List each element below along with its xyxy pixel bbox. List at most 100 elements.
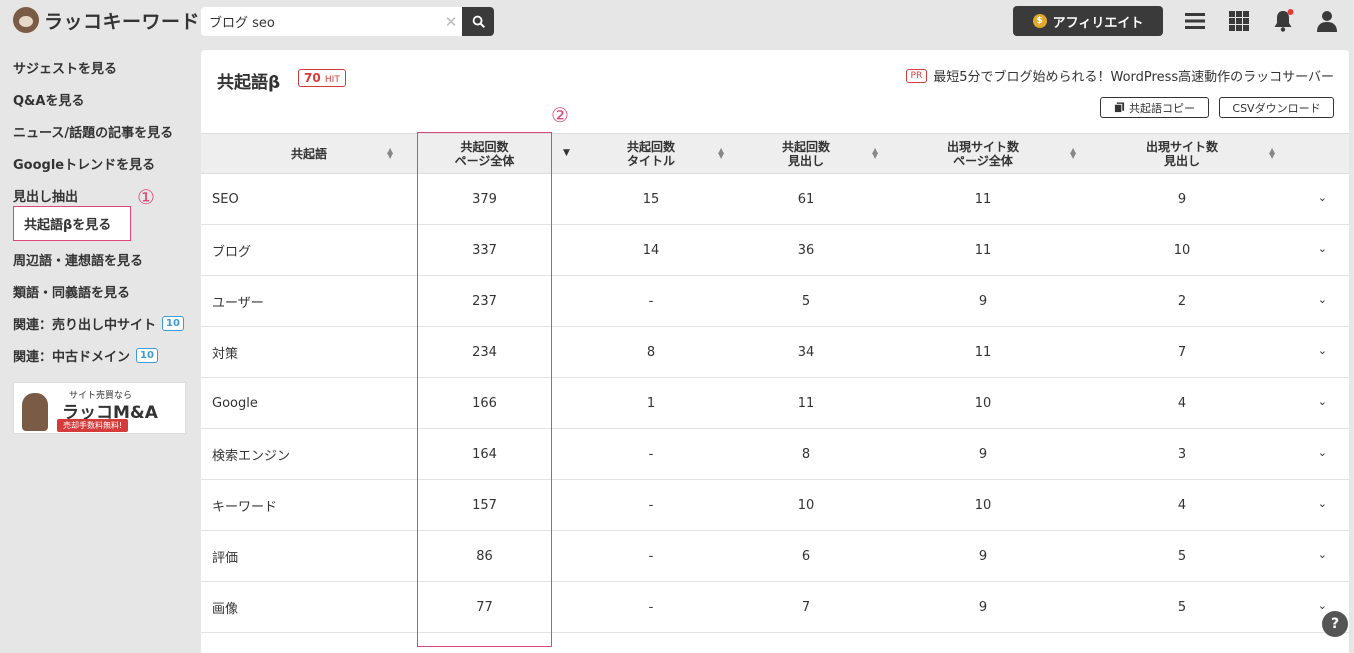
chevron-down-icon[interactable]: ⌄ [1318,548,1327,561]
count-title-cell: - [648,446,654,462]
table-row[interactable]: ユーザー 237 - 5 9 2 ⌄ [201,276,1349,327]
chevron-down-icon[interactable]: ⌄ [1318,497,1327,510]
count-heading-cell: 10 [797,497,815,513]
table-row[interactable]: 画像 77 - 7 9 5 ⌄ [201,582,1349,633]
table-row[interactable]: SEO 379 15 61 11 9 ⌄ [201,174,1349,225]
hit-label: HIT [324,75,340,85]
chevron-down-icon[interactable]: ⌄ [1318,344,1327,357]
column-header-label: 出現サイト数 [1145,139,1218,154]
chevron-down-icon[interactable]: ⌄ [1318,293,1327,306]
count-title-cell: - [648,599,654,615]
table-row[interactable]: キーワード 157 - 10 10 4 ⌄ [201,480,1349,531]
chevron-down-icon[interactable]: ⌄ [1318,395,1327,408]
user-icon[interactable] [1315,9,1339,33]
column-header-count-page[interactable]: 共起回数 ページ全体 [417,134,552,173]
table-header: 共起語 ▲ ▼ 共起回数 ページ全体 ▼ 共起回数 タイトル ▲ ▼ 共起回数 見出… [201,133,1349,174]
sort-icon[interactable]: ▲ ▼ [1070,147,1076,160]
chevron-down-icon[interactable]: ⌄ [1318,191,1327,204]
table-row[interactable]: 対策 234 8 34 11 7 ⌄ [201,327,1349,378]
sites-page-cell: 11 [974,191,992,207]
count-heading-cell: 6 [801,548,811,564]
chevron-down-icon[interactable]: ⌄ [1318,446,1327,459]
word-cell: ユーザー [212,295,264,311]
count-page-cell: 379 [472,191,497,207]
main-panel: 共起語β 70 HIT PR 最短5分でブログ始められる！WordPress高速… [201,50,1349,653]
count-page-cell: 337 [472,242,497,258]
count-title-cell: - [648,497,654,513]
rakko-ma-banner[interactable]: サイト売買なら ラッコM&A 売却手数料無料! [13,382,186,434]
count-page-cell: 237 [472,293,497,309]
table-row[interactable]: ブログ 337 14 36 11 10 ⌄ [201,225,1349,276]
column-header-count-title[interactable]: 共起回数 タイトル [581,134,721,173]
sidebar-item-used-domains[interactable]: 関連：中古ドメイン 10 [13,346,158,365]
sidebar-item-news[interactable]: ニュース/話題の記事を見る [13,122,173,141]
column-header-label: 共起回数 [781,139,830,154]
sort-icon[interactable]: ▲ ▼ [1269,147,1275,160]
sites-heading-cell: 7 [1177,344,1187,360]
search-box: ✕ [201,7,494,36]
sidebar-item-label: 関連：売り出し中サイト [13,318,157,333]
count-heading-cell: 61 [797,191,815,207]
sidebar-item-cooccurrence[interactable]: 共起語βを見る [13,206,131,241]
count-badge: 10 [136,348,158,363]
column-header-word[interactable]: 共起語 [201,134,417,173]
affiliate-button[interactable]: $ アフィリエイト [1013,6,1163,36]
pr-link[interactable]: PR 最短5分でブログ始められる！WordPress高速動作のラッコサーバー [905,66,1334,85]
apps-grid-icon[interactable] [1227,9,1251,33]
sidebar-item-qa[interactable]: Q&Aを見る [13,90,84,109]
column-header-sublabel: 見出し [1163,153,1200,168]
chevron-down-icon[interactable]: ⌄ [1318,242,1327,255]
table-row[interactable]: 評価 86 - 6 9 5 ⌄ [201,531,1349,582]
search-button[interactable] [462,7,494,36]
sidebar-item-label: 類語・同義語を見る [13,286,131,301]
sidebar-item-sites-for-sale[interactable]: 関連：売り出し中サイト 10 [13,314,184,333]
top-bar: ラッコキーワード ✕ $ アフィリエイト [0,0,1354,42]
column-header-sites-page[interactable]: 出現サイト数 ページ全体 [903,134,1063,173]
sidebar-item-label: ニュース/話題の記事を見る [13,126,174,141]
count-title-cell: - [648,293,654,309]
sort-icon[interactable]: ▲ ▼ [718,147,724,160]
sidebar-item-related-words[interactable]: 周辺語・連想語を見る [13,250,143,269]
sites-page-cell: 11 [974,242,992,258]
sidebar-item-headings[interactable]: 見出し抽出 [13,186,78,205]
sidebar-item-label: 見出し抽出 [13,190,79,205]
clear-icon[interactable]: ✕ [440,7,462,36]
word-cell: Google [212,395,258,411]
csv-download-button[interactable]: CSVダウンロード [1219,97,1334,118]
sidebar-item-synonyms[interactable]: 類語・同義語を見る [13,282,130,301]
table-row[interactable]: 検索エンジン 164 - 8 9 3 ⌄ [201,429,1349,480]
column-header-label: 共起回数 [460,139,509,154]
sites-heading-cell: 5 [1177,548,1187,564]
sort-icon[interactable]: ▲ ▼ [387,147,393,160]
count-page-cell: 157 [472,497,497,513]
column-header-sites-heading[interactable]: 出現サイト数 見出し [1102,134,1262,173]
word-cell: ブログ [212,244,252,260]
count-heading-cell: 8 [801,446,811,462]
bell-icon[interactable] [1271,9,1295,33]
sites-page-cell: 11 [974,344,992,360]
count-page-cell: 86 [476,548,493,564]
sidebar-item-label: Q&Aを見る [13,94,85,109]
sites-heading-cell: 2 [1177,293,1187,309]
count-badge: 10 [162,316,184,331]
search-input[interactable] [201,7,440,36]
table-row[interactable]: Google 166 1 11 10 4 ⌄ [201,378,1349,429]
word-cell: SEO [212,191,239,207]
count-title-cell: 15 [642,191,660,207]
count-title-cell: - [648,548,654,564]
sites-heading-cell: 4 [1177,395,1187,411]
help-button[interactable]: ? [1322,611,1348,637]
word-cell: 検索エンジン [212,448,291,464]
count-title-cell: 8 [646,344,656,360]
copy-cooccurrence-button[interactable]: 共起語コピー [1100,97,1209,118]
sites-page-cell: 10 [974,497,992,513]
sort-desc-icon[interactable]: ▼ [563,149,570,158]
menu-icon[interactable] [1183,9,1207,33]
word-cell: 画像 [212,601,239,617]
logo[interactable]: ラッコキーワード [13,6,200,34]
chevron-down-icon[interactable]: ⌄ [1318,599,1327,612]
sidebar-item-google-trends[interactable]: Googleトレンドを見る [13,154,155,173]
sort-icon[interactable]: ▲ ▼ [872,147,878,160]
column-header-count-heading[interactable]: 共起回数 見出し [736,134,876,173]
sidebar-item-suggest[interactable]: サジェストを見る [13,58,117,77]
